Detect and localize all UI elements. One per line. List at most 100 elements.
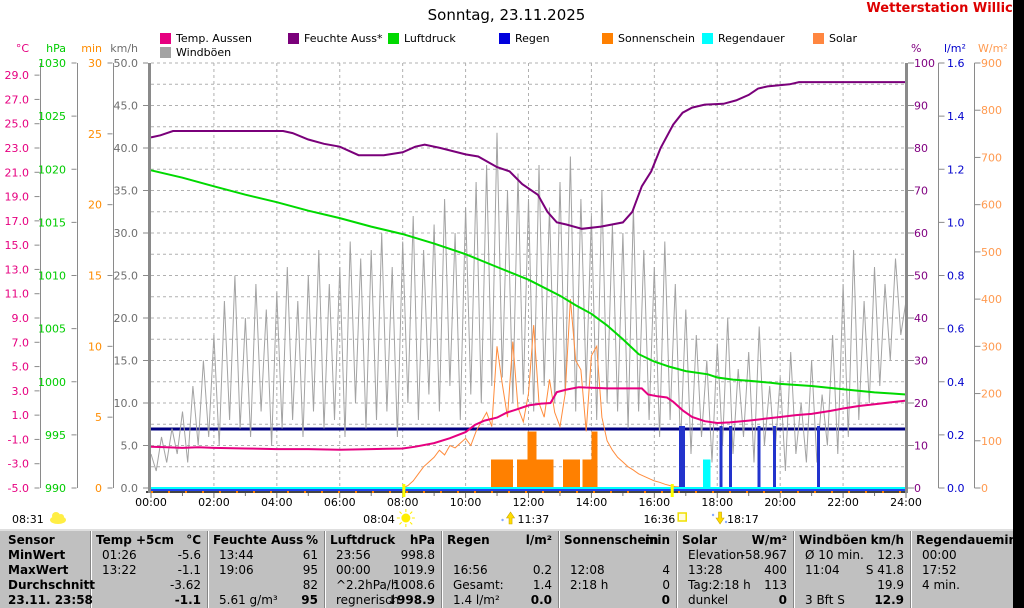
axis-tick-label: 0 (914, 482, 921, 495)
table-column-unit: hPa (328, 533, 435, 548)
axis-tick-label: 0.4 (947, 376, 965, 389)
table-cell-value: -1.1 (94, 593, 201, 608)
marker-time: 16:36 (644, 513, 676, 526)
legend-item: Regendauer (702, 32, 785, 44)
legend-swatch (160, 33, 171, 44)
axis-tick-label: 0 (95, 482, 102, 495)
axis-tick-label: 800 (981, 104, 1002, 117)
plot-left-border (148, 63, 151, 493)
legend-item: Sonnenschein (602, 32, 695, 44)
legend-swatch (160, 47, 171, 58)
sunshine-bar (563, 460, 580, 490)
legend-label: Sonnenschein (618, 32, 695, 45)
axis-tick-label: 500 (981, 246, 1002, 259)
table-cell-value: -3.62 (94, 578, 201, 593)
table-cell-value: -1.1 (94, 563, 201, 578)
legend-swatch (702, 33, 713, 44)
axis-tick-label: 20 (914, 397, 928, 410)
axis-unit-label: % (911, 42, 921, 55)
sunshine-bar (536, 460, 553, 490)
legend-label: Solar (829, 32, 857, 45)
legend-item: Solar (813, 32, 857, 44)
axis-tick-label: 995 (45, 429, 66, 442)
axis-tick-label: 0 (981, 482, 988, 495)
marker-time: 08:31 (12, 513, 44, 526)
axis-tick-label: 17.0 (5, 215, 30, 228)
legend-label: Windböen (176, 46, 231, 59)
axis-tick-label: 50 (914, 270, 928, 283)
table-column-unit: km/h (797, 533, 904, 548)
right-black-strip (1013, 0, 1024, 608)
table-cell-value: 400 (680, 563, 787, 578)
table-cell-value: 12.3 (797, 548, 904, 563)
legend-item: Luftdruck (388, 32, 456, 44)
axis-tick-label: 25.0 (114, 270, 139, 283)
rain-bar (817, 426, 820, 490)
table-cell-time: 00:00 (922, 548, 1017, 563)
table-cell-value: 0 (680, 593, 787, 608)
table-cell-value: 1008.6 (328, 578, 435, 593)
axis-tick-label: 1020 (38, 163, 66, 176)
table-row-label: MaxWert (8, 563, 88, 578)
table-cell-value: 95 (211, 593, 318, 608)
axis-tick-label: 70 (914, 185, 928, 198)
axis-tick-label: 200 (981, 388, 1002, 401)
rain-duration-bar (703, 460, 710, 489)
axis-tick-label: 600 (981, 199, 1002, 212)
table-row-label: 23.11. 23:58 (8, 593, 88, 608)
legend-item: Regen (499, 32, 550, 44)
table-cell-value: 998.8 (328, 548, 435, 563)
table-cell-value: S 41.8 (797, 563, 904, 578)
axis-tick-label: 60 (914, 227, 928, 240)
legend-swatch (288, 33, 299, 44)
axis-tick-label: 100 (914, 57, 935, 70)
axis-tick-label: 19.0 (5, 191, 30, 204)
table-cell-value: 1019.9 (328, 563, 435, 578)
axis-unit-label: W/m² (978, 42, 1008, 55)
legend-label: Feuchte Auss* (304, 32, 383, 45)
sunshine-bar (517, 460, 528, 490)
sunshine-bar (491, 460, 513, 490)
table-column-separator (558, 531, 560, 608)
axis-tick-label: 11.0 (5, 288, 30, 301)
axis-tick-label: 100 (981, 435, 1002, 448)
table-cell-value: 19.9 (797, 578, 904, 593)
arrow-up-icon (501, 512, 514, 524)
axis-tick-label: 30 (88, 57, 102, 70)
axis-tick-label: 1.0 (12, 409, 30, 422)
rain-bar (682, 426, 685, 490)
series-solar (403, 299, 686, 488)
table-cell-value: 95 (211, 563, 318, 578)
axis-tick-label: 27.0 (5, 93, 30, 106)
axis-tick-label: 990 (45, 482, 66, 495)
axis-tick-label: 15.0 (114, 355, 139, 368)
axis-tick-label: 900 (981, 57, 1002, 70)
axis-tick-label: 5 (95, 411, 102, 424)
table-cell-value: 1.4 (445, 578, 552, 593)
sunshine-bar (583, 460, 592, 490)
table-row-label: Sensor (8, 533, 88, 548)
axis-tick-label: 40 (914, 312, 928, 325)
table-cell-time: 4 min. (922, 578, 1017, 593)
axis-tick-label: 0.2 (947, 429, 965, 442)
axis-tick-label: 1000 (38, 376, 66, 389)
axis-tick-label: 1.0 (947, 216, 965, 229)
table-cell-value: 0.0 (445, 593, 552, 608)
axis-tick-label: 1025 (38, 110, 66, 123)
axis-tick-label: 1010 (38, 270, 66, 283)
axis-tick-label: 20.0 (114, 312, 139, 325)
legend-label: Temp. Aussen (176, 32, 252, 45)
legend-label: Regen (515, 32, 550, 45)
plot-right-border (905, 63, 908, 493)
axis-tick-label: -1.0 (8, 433, 29, 446)
axis-tick-label: 20 (88, 199, 102, 212)
table-column-separator (324, 531, 326, 608)
legend-swatch (602, 33, 613, 44)
axis-tick-label: 300 (981, 340, 1002, 353)
table-cell-value: 113 (680, 578, 787, 593)
axis-tick-label: -5.0 (8, 482, 29, 495)
legend-item: Feuchte Auss* (288, 32, 383, 44)
sunshine-bar (591, 431, 597, 490)
table-cell-value: 61 (211, 548, 318, 563)
table-column-unit: l/m² (445, 533, 552, 548)
